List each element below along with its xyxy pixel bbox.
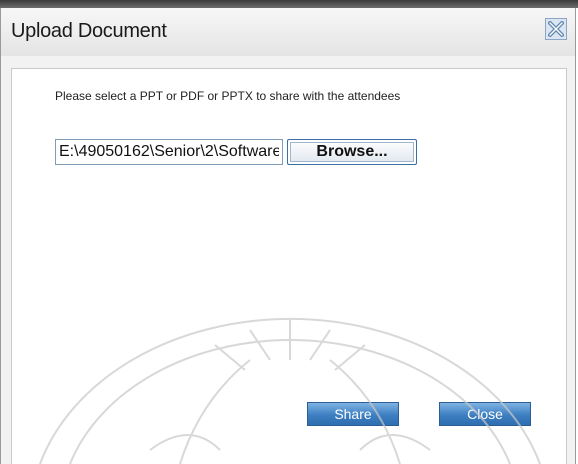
file-prompt-text: Please select a PPT or PDF or PPTX to sh… (55, 89, 401, 103)
top-edge-strip (0, 0, 578, 8)
file-path-field[interactable] (55, 139, 283, 165)
browse-button[interactable]: Browse... (287, 139, 417, 165)
share-button[interactable]: Share (307, 402, 399, 426)
close-button[interactable]: Close (439, 402, 531, 426)
upload-document-dialog: Upload Document Please select a PPT or P… (0, 8, 576, 464)
close-x-icon[interactable] (545, 18, 567, 40)
dialog-title: Upload Document (11, 20, 167, 42)
title-bar: Upload Document (1, 8, 575, 56)
